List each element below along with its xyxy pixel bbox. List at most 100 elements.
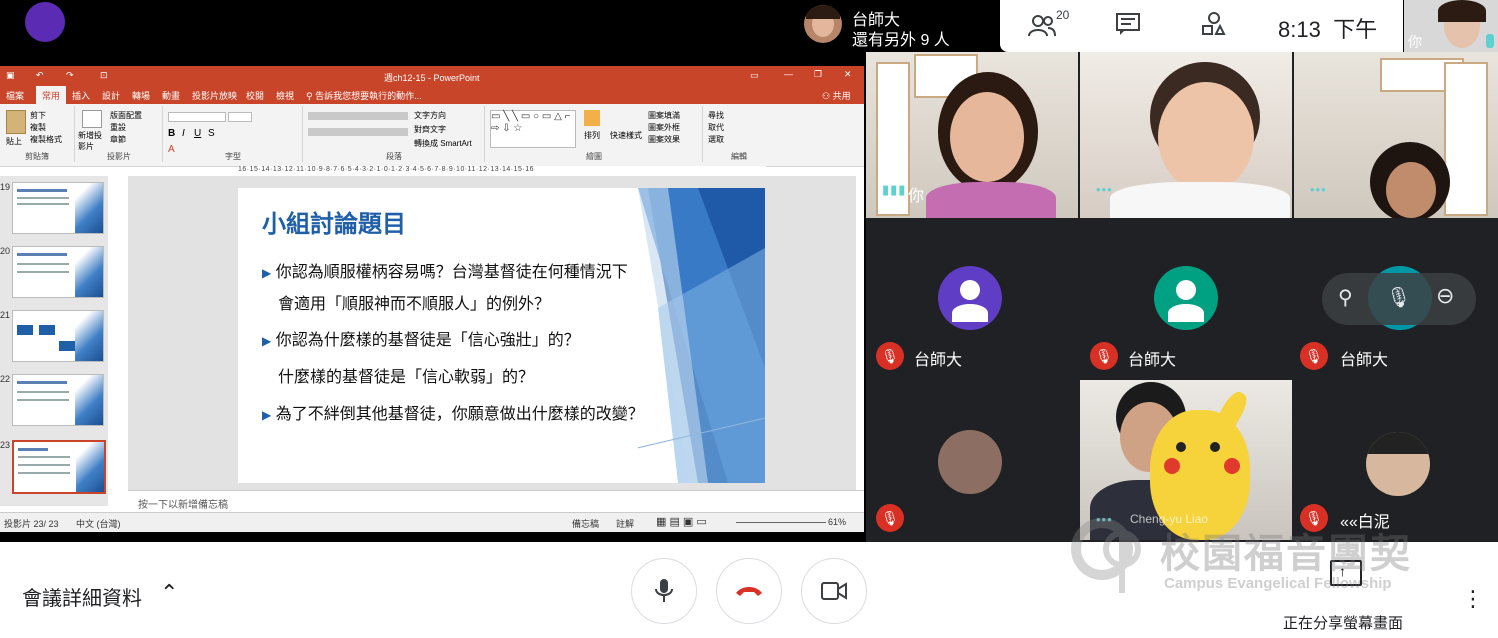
comments-toggle[interactable]: 註解 bbox=[616, 517, 634, 530]
bold-icon[interactable]: B bbox=[168, 128, 175, 139]
underline-icon[interactable]: U bbox=[194, 128, 201, 139]
cut-button[interactable]: 剪下 bbox=[30, 110, 46, 121]
quick-styles-button[interactable]: 快速樣式 bbox=[610, 130, 642, 141]
undo-icon[interactable]: ↶ bbox=[36, 70, 44, 81]
slide-thumbnail-21[interactable] bbox=[12, 310, 104, 362]
slide-thumbnail-22[interactable] bbox=[12, 374, 104, 426]
participant-tile-4[interactable]: 🎙 bbox=[866, 380, 1078, 540]
convert-smartart-button[interactable]: 轉換成 SmartArt bbox=[414, 138, 472, 149]
tab-animations[interactable]: 動畫 bbox=[162, 89, 180, 102]
video-tile-speaker[interactable]: ••• bbox=[1080, 52, 1292, 218]
video-tile-3[interactable]: ••• bbox=[1294, 52, 1498, 218]
format-painter-button[interactable]: 複製格式 bbox=[30, 134, 62, 145]
find-button[interactable]: 尋找 bbox=[708, 110, 724, 121]
presenting-label[interactable]: 正在分享螢幕畫面 bbox=[1283, 612, 1403, 633]
slide-decoration bbox=[638, 188, 765, 483]
chat-button[interactable] bbox=[1114, 12, 1142, 40]
video-tile-you[interactable]: ▮▮▮ 你 bbox=[866, 52, 1078, 218]
slide-thumbnail-20[interactable] bbox=[12, 246, 104, 298]
mic-off-icon: 🎙 bbox=[876, 504, 904, 532]
tile-hover-controls: ⚲ 🎙 ⊖ bbox=[1322, 273, 1476, 325]
participants-button[interactable]: 20 bbox=[1028, 8, 1078, 40]
pin-icon[interactable]: ⚲ bbox=[1338, 285, 1353, 310]
view-buttons[interactable]: ▦ ▤ ▣ ▭ bbox=[656, 515, 707, 528]
tab-design[interactable]: 設計 bbox=[102, 89, 120, 102]
camera-button[interactable] bbox=[801, 558, 867, 624]
tab-transitions[interactable]: 轉場 bbox=[132, 89, 150, 102]
ribbon-display-icon[interactable]: ▭ bbox=[750, 70, 759, 81]
shadow-icon[interactable]: S bbox=[208, 128, 215, 139]
arrange-icon[interactable] bbox=[584, 110, 600, 126]
participant-tile-2[interactable]: 🎙 台師大 bbox=[1080, 242, 1292, 377]
status-language[interactable]: 中文 (台灣) bbox=[76, 517, 121, 530]
text-direction-button[interactable]: 文字方向 bbox=[414, 110, 446, 121]
font-name-select[interactable] bbox=[168, 112, 226, 122]
minimize-icon[interactable]: — bbox=[784, 69, 793, 79]
shape-effects-button[interactable]: 圖案效果 bbox=[648, 134, 680, 145]
layout-button[interactable]: 版面配置 bbox=[110, 110, 142, 121]
tab-file[interactable]: 檔案 bbox=[6, 89, 24, 102]
notes-toggle[interactable]: 備忘稿 bbox=[572, 517, 599, 530]
chat-icon bbox=[1116, 13, 1140, 35]
slide-thumbnail-23[interactable] bbox=[12, 440, 106, 494]
ribbon-group-slides: 新增投影片 版面配置 重設 章節 投影片 bbox=[76, 106, 163, 162]
copy-button[interactable]: 複製 bbox=[30, 122, 46, 133]
font-size-select[interactable] bbox=[228, 112, 252, 122]
hangup-button[interactable] bbox=[716, 558, 782, 624]
shapes-gallery[interactable]: ▭ ╲ ╲ ▭ ○ ▭ △ ⌐ ⇨ ⇩ ☆ bbox=[490, 110, 576, 148]
italic-icon[interactable]: I bbox=[182, 128, 185, 139]
new-slide-button[interactable]: 新增投影片 bbox=[78, 130, 108, 152]
arrange-button[interactable]: 排列 bbox=[584, 130, 600, 141]
meeting-details-button[interactable]: 會議詳細資料 bbox=[22, 582, 142, 611]
select-button[interactable]: 選取 bbox=[708, 134, 724, 145]
new-slide-icon[interactable] bbox=[82, 110, 102, 128]
shape-fill-button[interactable]: 圖案填滿 bbox=[648, 110, 680, 121]
thumb-num-21: 21 bbox=[0, 310, 11, 320]
slide-line-2: 會適用「順服神而不順服人」的例外？ bbox=[278, 296, 551, 313]
participant-tile-1[interactable]: 🎙 台師大 bbox=[866, 242, 1078, 377]
paste-button[interactable]: 貼上 bbox=[6, 136, 22, 147]
remove-icon[interactable]: ⊖ bbox=[1436, 283, 1454, 309]
zoom-level[interactable]: 61% bbox=[828, 517, 846, 527]
ribbon-label-clipboard: 剪貼簿 bbox=[25, 152, 49, 161]
presenter-chip[interactable]: 台師大 還有另外 9 人 bbox=[796, 2, 1000, 50]
reset-button[interactable]: 重設 bbox=[110, 122, 126, 133]
share-ppt-button[interactable]: ⚇ 共用 bbox=[822, 89, 851, 102]
tab-insert[interactable]: 插入 bbox=[72, 89, 90, 102]
close-icon[interactable]: ✕ bbox=[844, 69, 852, 80]
section-button[interactable]: 章節 bbox=[110, 134, 126, 145]
participant-name: 台師大 bbox=[1340, 352, 1389, 369]
maximize-icon[interactable]: ❐ bbox=[814, 69, 822, 80]
zoom-slider[interactable] bbox=[736, 522, 826, 523]
align-buttons[interactable] bbox=[308, 128, 408, 136]
tab-slideshow[interactable]: 投影片放映 bbox=[192, 89, 237, 102]
watermark-text-en: Campus Evangelical Fellowship bbox=[1164, 575, 1392, 592]
replace-button[interactable]: 取代 bbox=[708, 122, 724, 133]
slide-thumbnail-pane[interactable]: 19 20 21 22 23 bbox=[0, 176, 108, 506]
tab-review[interactable]: 校閱 bbox=[246, 89, 264, 102]
slideshow-icon[interactable]: ⊡ bbox=[100, 70, 108, 81]
list-buttons[interactable] bbox=[308, 112, 408, 120]
self-preview-tile[interactable]: 你 bbox=[1404, 0, 1498, 52]
mute-participant-icon[interactable]: 🎙 bbox=[1386, 285, 1411, 310]
watermark-logo: 校園福音團契 Campus Evangelical Fellowship bbox=[1064, 515, 1444, 595]
mic-off-icon: 🎙 bbox=[1090, 342, 1118, 370]
mic-button[interactable] bbox=[631, 558, 697, 624]
shape-outline-button[interactable]: 圖案外框 bbox=[648, 122, 680, 133]
current-slide[interactable]: 小組討論題目 ▶ 你認為順服權柄容易嗎？台灣基督徒在何種情況下 會適用「順服神而… bbox=[238, 188, 765, 483]
more-options-icon[interactable]: ⋮ bbox=[1462, 586, 1484, 612]
notes-pane[interactable]: 按一下以新增備忘稿 bbox=[128, 490, 864, 513]
redo-icon[interactable]: ↷ bbox=[66, 70, 74, 81]
slide-canvas: 小組討論題目 ▶ 你認為順服權柄容易嗎？台灣基督徒在何種情況下 會適用「順服神而… bbox=[128, 176, 856, 501]
slide-thumbnail-19[interactable] bbox=[12, 182, 104, 234]
tab-home[interactable]: 常用 bbox=[36, 86, 67, 105]
chevron-up-icon[interactable]: ⌃ bbox=[160, 580, 178, 606]
paste-icon[interactable] bbox=[6, 110, 26, 134]
align-text-button[interactable]: 對齊文字 bbox=[414, 124, 446, 135]
tell-me-search[interactable]: ⚲ 告訴我您想要執行的動作... bbox=[306, 89, 422, 102]
save-icon[interactable]: ▣ bbox=[6, 70, 15, 81]
activities-button[interactable] bbox=[1200, 12, 1228, 40]
ribbon-group-paragraph: 文字方向 對齊文字 轉換成 SmartArt 段落 bbox=[304, 106, 485, 162]
tab-view[interactable]: 檢視 bbox=[276, 89, 294, 102]
slide-bullet-2: ▶ 你認為什麼樣的基督徒是「信心強壯」的？ bbox=[262, 332, 580, 349]
